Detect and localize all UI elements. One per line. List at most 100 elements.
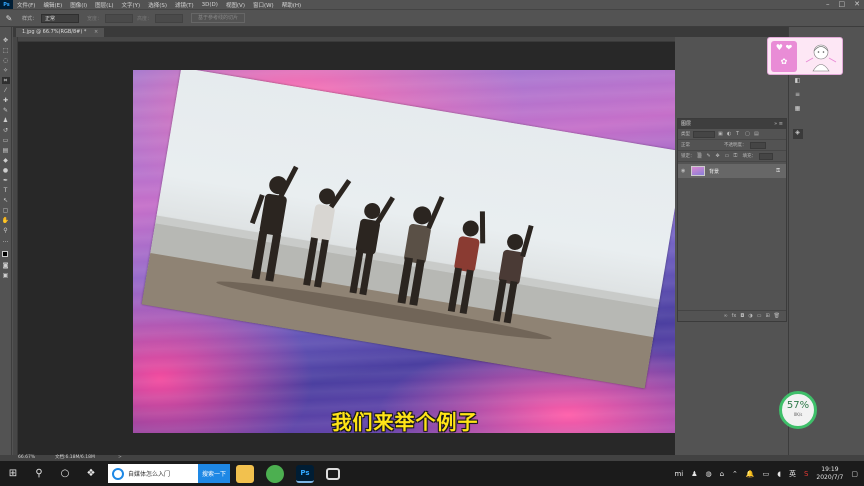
menu-file[interactable]: 文件(F) xyxy=(13,1,39,9)
path-select-tool-icon[interactable]: ↖ xyxy=(2,197,10,204)
filter-type-icon[interactable]: T xyxy=(736,131,742,137)
delete-layer-icon[interactable]: 🗑 xyxy=(774,313,780,319)
filter-pixel-icon[interactable]: ▣ xyxy=(718,131,724,137)
lock-move-icon[interactable]: ✥ xyxy=(716,153,722,159)
history-brush-icon[interactable]: ↺ xyxy=(2,127,10,134)
adjustment-layer-icon[interactable]: ◑ xyxy=(748,313,752,319)
clock[interactable]: 19:19 2020/7/7 xyxy=(816,466,843,482)
dodge-tool-icon[interactable]: ● xyxy=(2,167,10,174)
width-field[interactable] xyxy=(105,13,134,23)
task-view-icon[interactable]: ❖ xyxy=(78,461,104,486)
lock-paint-icon[interactable]: ✎ xyxy=(707,153,713,159)
visibility-eye-icon[interactable]: ◉ xyxy=(681,168,687,174)
height-field[interactable] xyxy=(155,13,184,23)
tray-app2-icon[interactable]: ◍ xyxy=(705,470,711,478)
menu-select[interactable]: 选择(S) xyxy=(144,1,171,9)
search-query[interactable]: 自媒体怎么入门 xyxy=(128,469,170,478)
browser-search-box[interactable]: 自媒体怎么入门 xyxy=(108,464,198,483)
blend-mode-select[interactable]: 正常 xyxy=(681,142,721,148)
color-swatches[interactable] xyxy=(1,251,10,259)
show-hidden-icon[interactable]: ⌃ xyxy=(732,470,738,478)
menu-help[interactable]: 帮助(H) xyxy=(278,1,305,9)
type-tool-icon[interactable]: T xyxy=(2,187,10,194)
healing-tool-icon[interactable]: ✚ xyxy=(2,97,10,104)
filter-smart-icon[interactable]: ▤ xyxy=(754,131,760,137)
filter-adjust-icon[interactable]: ◐ xyxy=(727,131,733,137)
lock-pixels-icon[interactable]: ▒ xyxy=(698,153,704,159)
network-icon[interactable]: ▭ xyxy=(763,470,770,478)
slice-tool-icon[interactable]: ✎ xyxy=(0,9,18,27)
search-icon[interactable]: ⚲ xyxy=(26,461,52,486)
menu-layer[interactable]: 图层(L) xyxy=(91,1,117,9)
menu-filter[interactable]: 滤镜(T) xyxy=(171,1,198,9)
eyedropper-tool-icon[interactable]: ⁄ xyxy=(2,87,10,94)
screen-mode-icon[interactable]: ▣ xyxy=(2,272,10,279)
lock-artboard-icon[interactable]: ▭ xyxy=(725,153,731,159)
slices-from-guides-button[interactable]: 基于参考线的切片 xyxy=(191,13,246,23)
menu-window[interactable]: 窗口(W) xyxy=(249,1,278,9)
history-panel-icon[interactable]: ◧ xyxy=(793,77,803,85)
stamp-tool-icon[interactable]: ♟ xyxy=(2,117,10,124)
menu-edit[interactable]: 编辑(E) xyxy=(39,1,66,9)
maximize-button[interactable]: □ xyxy=(839,0,846,8)
zoom-tool-icon[interactable]: ⚲ xyxy=(2,227,10,234)
panel-menu-icon[interactable]: » ≡ xyxy=(774,119,783,129)
close-window-button[interactable]: ✕ xyxy=(854,0,860,8)
new-group-icon[interactable]: ▭ xyxy=(757,313,762,319)
properties-panel-icon[interactable]: ≡ xyxy=(793,91,803,99)
cortana-circle-icon[interactable]: ○ xyxy=(52,461,78,486)
document-tab[interactable]: 1.jpg @ 66.7%(RGB/8#) * × xyxy=(16,28,105,37)
quick-mask-icon[interactable]: ◙ xyxy=(2,262,10,269)
network-speed-badge[interactable]: 57% 0K/s xyxy=(779,391,817,429)
link-layers-icon[interactable]: ∞ xyxy=(723,313,727,319)
volume-icon[interactable]: ◖ xyxy=(777,470,781,478)
photoshop-taskbar-icon[interactable]: Ps xyxy=(296,464,314,483)
document-canvas[interactable]: 我们来举个例子 xyxy=(133,70,675,433)
brush-tool-icon[interactable]: ✎ xyxy=(2,107,10,114)
minimize-button[interactable]: – xyxy=(826,0,830,8)
ime-indicator[interactable]: 英 xyxy=(789,469,796,479)
menu-type[interactable]: 文字(Y) xyxy=(118,1,145,9)
opacity-field[interactable] xyxy=(749,141,766,149)
fill-field[interactable] xyxy=(759,152,773,160)
hand-tool-icon[interactable]: ✋ xyxy=(2,217,10,224)
file-explorer-icon[interactable] xyxy=(236,464,254,483)
more-tools-icon[interactable]: … xyxy=(2,237,10,244)
layer-row[interactable]: ◉ 背景 ⚿ xyxy=(678,164,786,178)
layer-name[interactable]: 背景 xyxy=(709,168,719,175)
adjustments-panel-icon[interactable]: ▦ xyxy=(793,105,803,113)
filter-shape-icon[interactable]: ▢ xyxy=(745,131,751,137)
browser-360-icon[interactable] xyxy=(266,464,284,483)
filter-kind-select[interactable] xyxy=(693,130,715,138)
move-tool-icon[interactable]: ✥ xyxy=(2,37,10,44)
fx-icon[interactable]: fx xyxy=(732,313,737,319)
close-tab-icon[interactable]: × xyxy=(94,29,98,35)
menu-image[interactable]: 图像(I) xyxy=(66,1,91,9)
new-layer-icon[interactable]: ⊞ xyxy=(765,313,769,319)
shape-tool-icon[interactable]: ▢ xyxy=(2,207,10,214)
mi-icon[interactable]: mi xyxy=(674,470,683,478)
canvas-area[interactable]: 我们来举个例子 xyxy=(13,37,675,455)
foreground-color-swatch[interactable] xyxy=(1,251,8,257)
search-button[interactable]: 搜索一下 xyxy=(198,464,230,483)
lock-all-icon[interactable]: ⚿ xyxy=(734,153,740,159)
tray-app3-icon[interactable]: ⌂ xyxy=(720,470,724,478)
blur-tool-icon[interactable]: ◆ xyxy=(2,157,10,164)
gradient-tool-icon[interactable]: ▤ xyxy=(2,147,10,154)
marquee-tool-icon[interactable]: ⬚ xyxy=(2,47,10,54)
notification-bell-icon[interactable]: 🔔 xyxy=(746,470,755,478)
menu-view[interactable]: 视图(V) xyxy=(222,1,249,9)
recorder-icon[interactable] xyxy=(326,467,340,480)
lasso-tool-icon[interactable]: ◌ xyxy=(2,57,10,64)
sogou-icon[interactable]: S xyxy=(804,470,808,478)
style-select[interactable]: 正常 xyxy=(41,13,80,23)
layers-panel-icon[interactable]: ◈ xyxy=(792,129,803,139)
menu-3d[interactable]: 3D(D) xyxy=(198,2,222,8)
add-mask-icon[interactable]: ◘ xyxy=(740,313,744,319)
start-windows-icon[interactable]: ⊞ xyxy=(0,461,26,486)
quick-select-tool-icon[interactable]: ✧ xyxy=(2,67,10,74)
pen-tool-icon[interactable]: ✒ xyxy=(2,177,10,184)
crop-tool-icon[interactable]: ⌗ xyxy=(1,77,10,84)
tray-app-icon[interactable]: ♟ xyxy=(691,470,697,478)
eraser-tool-icon[interactable]: ▭ xyxy=(2,137,10,144)
